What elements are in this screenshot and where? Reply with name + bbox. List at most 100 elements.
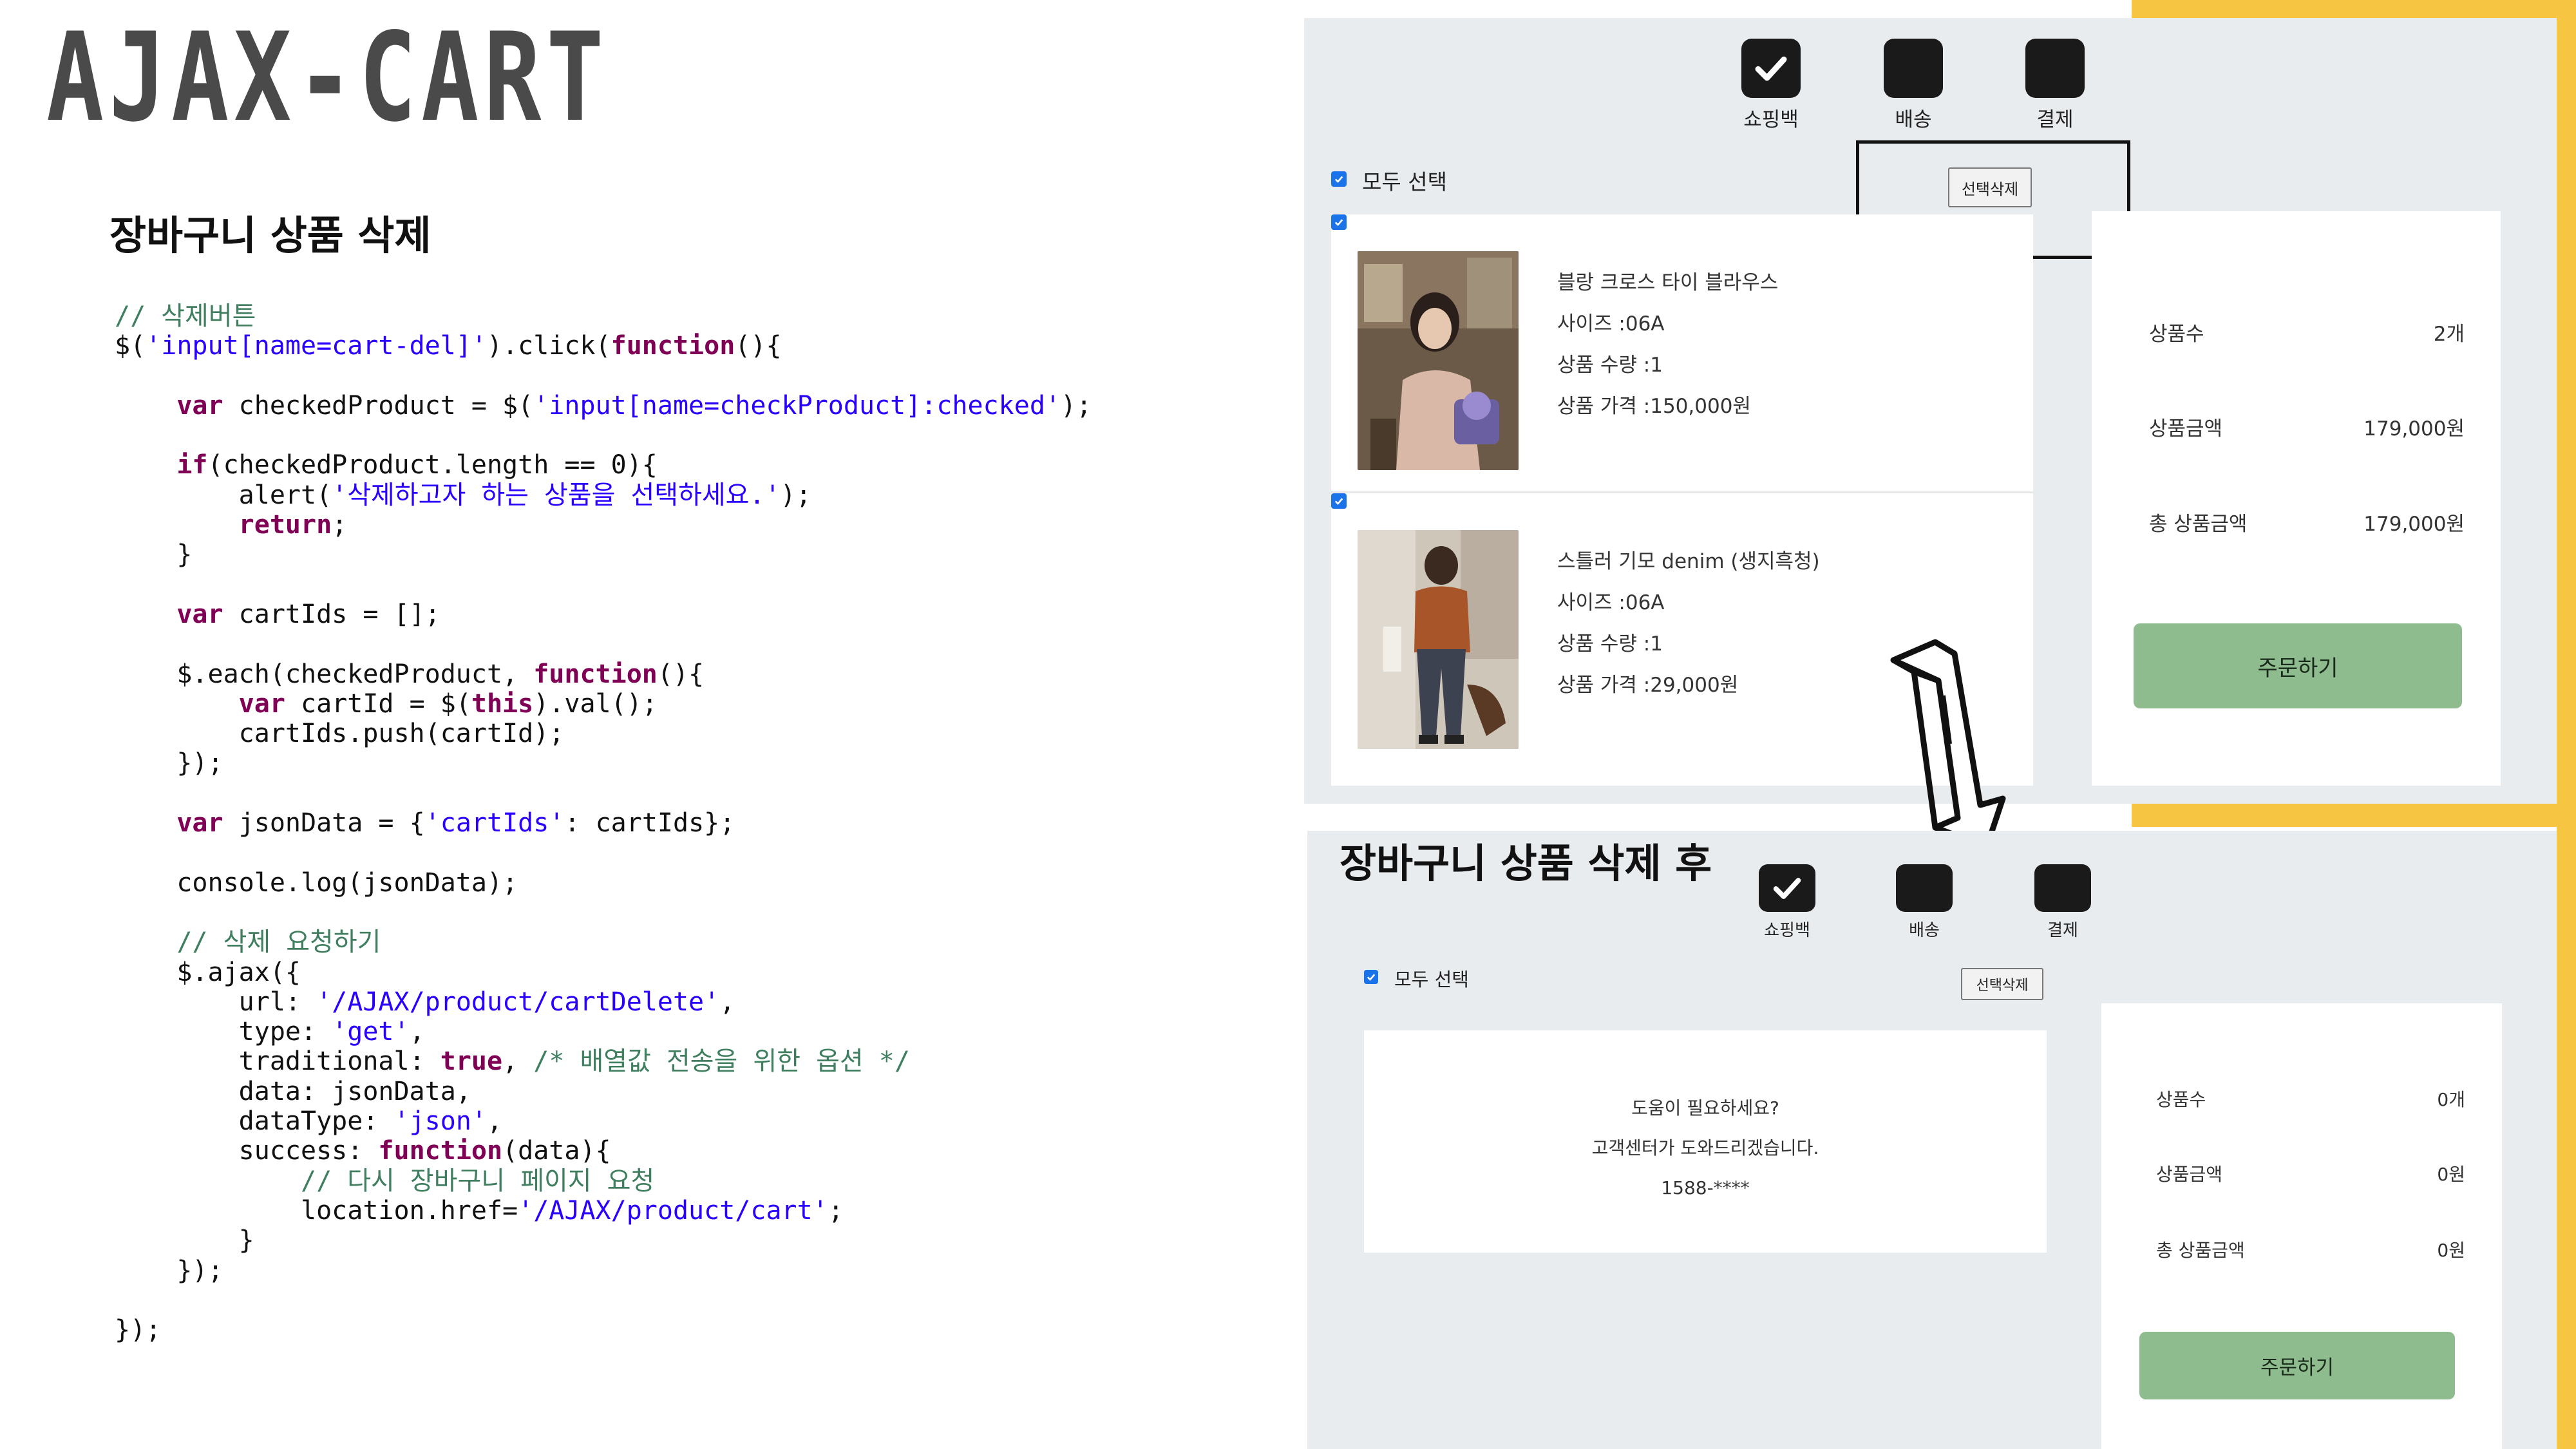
code-token: var [176, 390, 223, 421]
summary-label: 상품수 [2156, 1089, 2206, 1110]
order-button[interactable]: 주문하기 [2134, 623, 2462, 708]
step-box [1896, 864, 1953, 912]
checkmark-icon [1367, 974, 1376, 981]
code-token: , [502, 1046, 534, 1077]
summary-row-amount: 상품금액 0원 [2156, 1160, 2465, 1186]
code-token: ); [780, 480, 811, 510]
code-token: // 삭제 요청하기 [115, 927, 381, 958]
code-line: $.each(checkedProduct, function(){ [115, 659, 1092, 689]
code-line: type: 'get', [115, 1017, 1092, 1046]
product-quantity: 상품 수량 :1 [1557, 632, 1663, 656]
code-line: }); [115, 748, 1092, 778]
summary-value: 2개 [2433, 323, 2465, 346]
product-image[interactable] [1358, 251, 1519, 470]
product-image[interactable] [1358, 530, 1519, 749]
code-token: ; [332, 510, 348, 540]
step-shipping: 배송 [1875, 39, 1952, 133]
help-phone[interactable]: 1588-**** [1364, 1168, 2047, 1208]
step-box [1741, 39, 1801, 98]
summary-label: 총 상품금액 [2156, 1240, 2245, 1261]
code-token: ; [828, 1195, 844, 1226]
code-token: cartIds.push(cartId); [115, 719, 565, 749]
code-token: 'input[name=checkProduct]:checked' [533, 390, 1061, 421]
code-token: success: [115, 1136, 379, 1166]
code-line: var jsonData = {'cartIds': cartIds}; [115, 808, 1092, 838]
summary-label: 총 상품금액 [2149, 513, 2248, 536]
code-token: cartIds = []; [223, 599, 440, 629]
delete-selected-button[interactable]: 선택삭제 [1961, 968, 2043, 1000]
code-token: 'get' [332, 1017, 410, 1047]
code-token: 'cartIds' [424, 808, 565, 838]
step-box [1884, 39, 1943, 98]
order-button[interactable]: 주문하기 [2139, 1332, 2455, 1399]
code-line: var cartId = $(this).val(); [115, 689, 1092, 719]
code-token: $.each(checkedProduct, [115, 659, 534, 689]
summary-value: 0개 [2437, 1089, 2465, 1110]
code-token: url: [115, 987, 317, 1017]
product-name[interactable]: 스틀러 기모 denim (생지흑청) [1557, 541, 1820, 582]
code-line: traditional: true, /* 배열값 전송을 위한 옵션 */ [115, 1046, 1092, 1076]
help-line-1: 도움이 필요하세요? [1631, 1097, 1779, 1119]
code-line: $.ajax({ [115, 958, 1092, 987]
product-size: 사이즈 :06A [1557, 312, 1665, 336]
code-line: url: '/AJAX/product/cartDelete', [115, 987, 1092, 1017]
product-name[interactable]: 블랑 크로스 타이 블라우스 [1557, 262, 1778, 303]
check-icon [1773, 878, 1801, 899]
code-line: } [115, 1226, 1092, 1255]
section-heading: 장바구니 상품 삭제 [109, 212, 431, 259]
summary-label: 상품금액 [2156, 1164, 2223, 1185]
step-label: 배송 [1895, 108, 1932, 131]
code-token: console.log(jsonData); [115, 867, 518, 898]
summary-row-count: 상품수 2개 [2149, 317, 2465, 346]
code-line: cartIds.push(cartId); [115, 719, 1092, 748]
step-label: 결제 [2036, 108, 2074, 131]
help-message: 도움이 필요하세요? 고객센터가 도와드리겠습니다. 1588-**** [1364, 1088, 2047, 1208]
product-divider [1331, 491, 2033, 493]
code-line: alert('삭제하고자 하는 상품을 선택하세요.'); [115, 480, 1092, 510]
select-all-checkbox[interactable] [1364, 970, 1378, 984]
product-checkbox[interactable] [1331, 214, 1347, 230]
code-token: , [409, 1017, 425, 1047]
code-line: return; [115, 510, 1092, 540]
code-token: function [533, 659, 658, 689]
step-label: 배송 [1909, 921, 1940, 940]
checkmark-icon [1334, 176, 1343, 184]
step-box [2025, 39, 2085, 98]
code-token: function [611, 331, 735, 361]
code-token: ).click( [486, 331, 611, 361]
code-token: '/AJAX/product/cart' [518, 1195, 828, 1226]
code-token: , [486, 1106, 503, 1137]
step-label: 결제 [2047, 921, 2078, 940]
code-token: '삭제하고자 하는 상품을 선택하세요.' [332, 480, 781, 510]
code-token: function [378, 1136, 503, 1166]
code-line: dataType: 'json', [115, 1106, 1092, 1136]
summary-row-total: 총 상품금액 179,000원 [2149, 507, 2465, 536]
product-info: 스틀러 기모 denim (생지흑청) 사이즈 :06A 상품 수량 :1 상품… [1557, 541, 1820, 706]
product-checkbox[interactable] [1331, 493, 1347, 509]
code-line: $('input[name=cart-del]').click(function… [115, 331, 1092, 361]
code-token: checkedProduct = $( [223, 390, 534, 421]
checkmark-icon [1334, 219, 1343, 227]
code-block: // 삭제버튼 $('input[name=cart-del]').click(f… [115, 301, 1092, 1345]
code-token: if [176, 450, 208, 480]
step-label: 쇼핑백 [1764, 921, 1810, 940]
code-line: if(checkedProduct.length == 0){ [115, 450, 1092, 480]
select-all-checkbox[interactable] [1331, 171, 1347, 187]
code-token: } [115, 540, 193, 570]
code-token: 'input[name=cart-del]' [146, 331, 487, 361]
code-token: (checkedProduct.length == 0){ [207, 450, 658, 480]
step-box [2034, 864, 2091, 912]
code-line: data: jsonData, [115, 1077, 1092, 1106]
product-price: 상품 가격 :29,000원 [1557, 674, 1739, 697]
code-token: var [176, 808, 223, 838]
product-quantity: 상품 수량 :1 [1557, 354, 1663, 377]
